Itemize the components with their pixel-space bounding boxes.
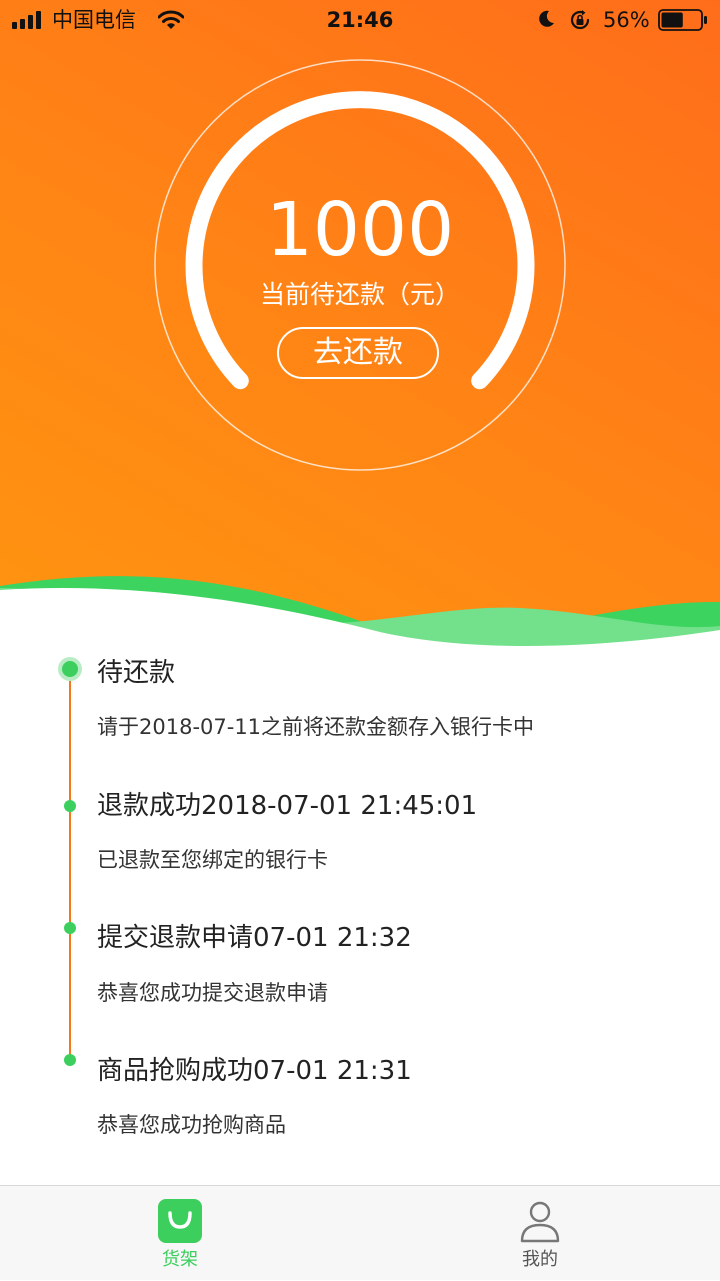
rotation-lock-icon: [570, 10, 590, 30]
timeline-dot: [64, 922, 76, 934]
tab-mine[interactable]: 我的: [360, 1186, 720, 1281]
timeline-step-desc: 已退款至您绑定的银行卡: [97, 848, 328, 872]
timeline-step-title: 待还款: [97, 658, 176, 688]
tab-shelf[interactable]: 货架: [0, 1186, 360, 1281]
timeline-step-desc: 恭喜您成功提交退款申请: [97, 981, 328, 1005]
timeline-connector: [69, 670, 71, 1060]
timeline-step-title: 提交退款申请07-01 21:32: [97, 923, 412, 953]
battery-percentage: 56%: [603, 8, 650, 32]
timeline-dot: [64, 1054, 76, 1066]
do-not-disturb-icon: [539, 10, 554, 27]
person-icon: [520, 1201, 560, 1243]
tab-label: 货架: [162, 1249, 198, 1270]
timeline-dot: [64, 800, 76, 812]
timeline-step-title: 退款成功2018-07-01 21:45:01: [97, 791, 478, 821]
bottom-tab-bar: 货架 我的: [0, 1185, 720, 1280]
timeline-dot-current: [62, 661, 78, 677]
repayment-header: 1000 当前待还款（元） 去还款: [0, 0, 720, 640]
wave-divider: [0, 576, 720, 660]
timeline-step-title: 商品抢购成功07-01 21:31: [97, 1056, 412, 1086]
timeline-step-desc: 恭喜您成功抢购商品: [97, 1113, 286, 1137]
battery-icon: [658, 9, 707, 31]
tab-label: 我的: [522, 1249, 558, 1270]
status-bar: 中国电信 21:46 56%: [0, 0, 720, 40]
amount-due-label: 当前待还款（元）: [259, 280, 460, 309]
repay-button[interactable]: 去还款: [277, 327, 439, 379]
shopping-bag-icon: [158, 1199, 202, 1243]
timeline-step-desc: 请于2018-07-11之前将还款金额存入银行卡中: [97, 715, 535, 739]
amount-due-value: 1000: [265, 187, 455, 273]
